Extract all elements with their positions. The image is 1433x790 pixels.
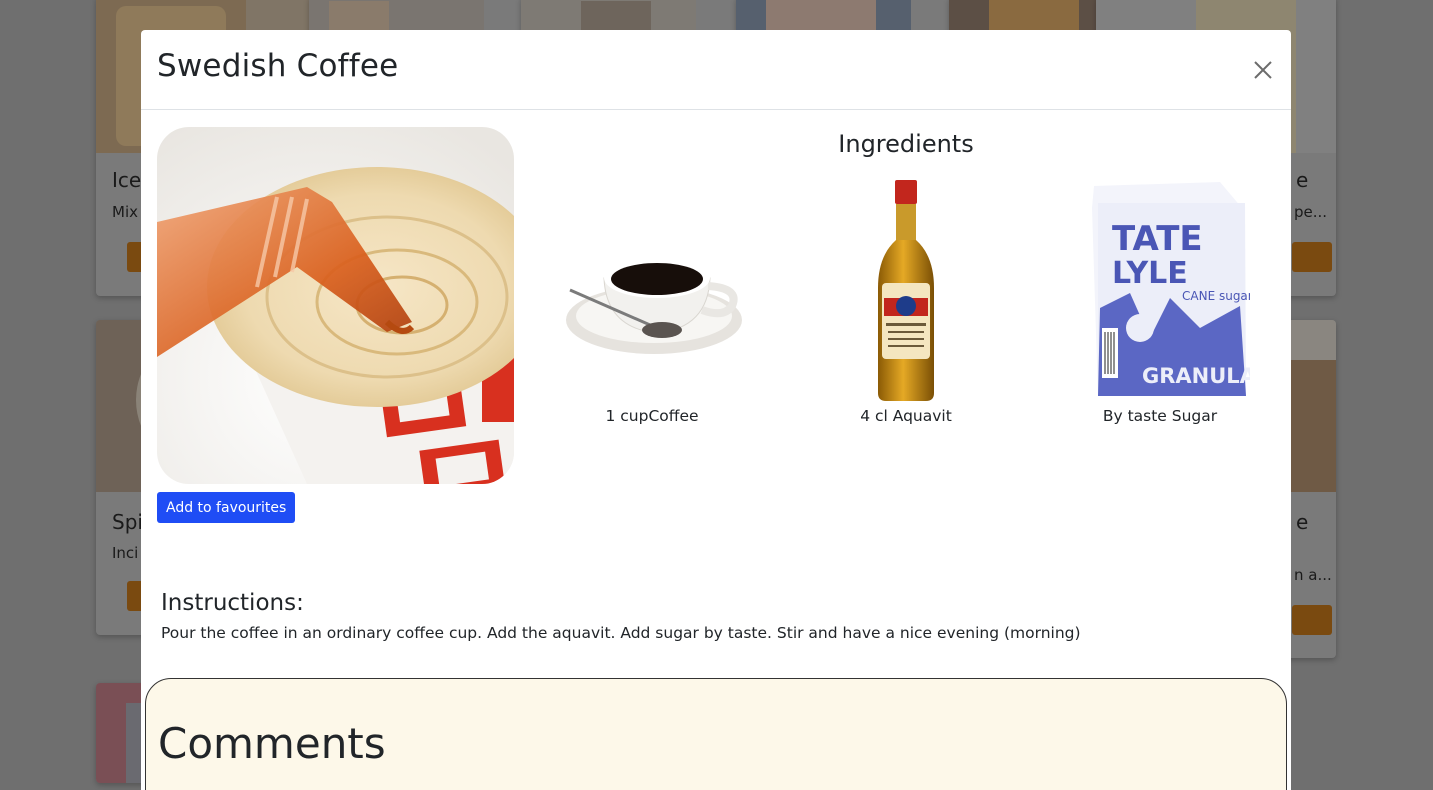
recipe-modal: Swedish Coffee Add to favourites Ingredi… <box>141 30 1291 790</box>
svg-text:LYLE: LYLE <box>1112 256 1188 291</box>
drink-photo <box>157 127 514 484</box>
sugar-bag-image: TATE LYLE CANE sugar GRANULATED <box>1092 182 1250 396</box>
modal-header: Swedish Coffee <box>141 30 1291 110</box>
card-button[interactable] <box>1292 605 1332 635</box>
ingredient-label: 4 cl Aquavit <box>860 407 952 425</box>
card-title: e <box>1296 510 1309 534</box>
card-button[interactable] <box>1292 242 1332 272</box>
close-icon <box>1254 61 1272 79</box>
card-title: e <box>1296 168 1309 192</box>
card-text: pe... <box>1294 203 1328 221</box>
aquavit-bottle-image <box>878 180 934 401</box>
card-text: n a... <box>1294 566 1332 584</box>
ingredient-label: By taste Sugar <box>1102 407 1218 425</box>
card-title: Spi <box>112 510 143 534</box>
card-text: Mix <box>112 203 138 221</box>
modal-title: Swedish Coffee <box>157 48 399 84</box>
svg-text:TATE: TATE <box>1112 219 1203 259</box>
add-to-favourites-button[interactable]: Add to favourites <box>157 492 296 523</box>
drink-image <box>157 127 514 484</box>
close-button[interactable] <box>1251 58 1275 82</box>
ingredient-coffee: 1 cupCoffee <box>552 178 752 425</box>
card-title: Ice <box>112 168 142 192</box>
comments-section: Comments <box>145 678 1287 790</box>
instructions-heading: Instructions: <box>161 590 304 616</box>
svg-text:CANE sugar: CANE sugar <box>1182 289 1250 303</box>
ingredient-label: 1 cupCoffee <box>605 407 699 425</box>
coffee-cup-image <box>566 258 742 354</box>
ingredient-sugar: TATE LYLE CANE sugar GRANULATED By taste… <box>1060 178 1260 425</box>
instructions-text: Pour the coffee in an ordinary coffee cu… <box>161 624 1081 642</box>
svg-text:GRANULATED: GRANULATED <box>1142 364 1250 388</box>
comments-heading: Comments <box>158 719 386 768</box>
card-text: Inci <box>112 544 139 562</box>
ingredients-heading: Ingredients <box>838 130 974 158</box>
ingredient-aquavit: 4 cl Aquavit <box>806 178 1006 425</box>
